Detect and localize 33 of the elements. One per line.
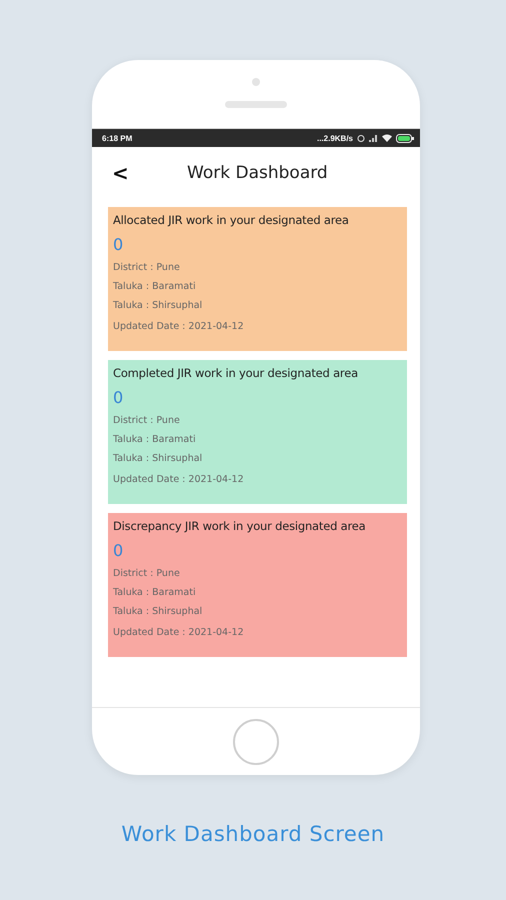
caption: Work Dashboard Screen [121, 822, 385, 846]
updated-date: Updated Date : 2021-04-12 [113, 321, 245, 332]
network-speed: ...2.9KB/s [316, 134, 353, 142]
card-detail: District : Pune [113, 415, 181, 426]
back-button[interactable]: < [106, 163, 135, 183]
work-count: 0 [113, 235, 124, 254]
battery-icon [396, 134, 414, 142]
card-detail: Taluka : Baramati [113, 587, 197, 598]
alarm-icon [357, 134, 365, 142]
card-title: Discrepancy JIR work in your designated area [113, 519, 366, 533]
camera-dot [252, 78, 260, 86]
updated-date: Updated Date : 2021-04-12 [113, 474, 245, 485]
speaker-grille [225, 101, 287, 108]
work-count: 0 [113, 388, 124, 407]
card-detail: Taluka : Shirsuphal [113, 300, 204, 311]
card-detail: Taluka : Shirsuphal [113, 606, 204, 617]
screen-title: Work Dashboard [186, 163, 329, 183]
card-detail: Taluka : Shirsuphal [113, 453, 204, 464]
card-detail: Taluka : Baramati [113, 434, 197, 445]
updated-date: Updated Date : 2021-04-12 [113, 627, 245, 638]
home-button[interactable] [233, 719, 279, 765]
work-card[interactable]: Completed JIR work in your designated area 0 District : Pune Taluka : Baramati Taluka : Shirsuphal Updated Date : 2021-04-12 [108, 360, 407, 504]
status-time: 6:18 PM [102, 134, 132, 142]
card-title: Completed JIR work in your designated area [113, 366, 359, 380]
card-detail: District : Pune [113, 568, 181, 579]
work-card[interactable]: Discrepancy JIR work in your designated area 0 District : Pune Taluka : Baramati Taluka : Shirsuphal Updated Date : 2021-04-12 [108, 513, 407, 657]
wifi-icon [382, 134, 392, 142]
work-card[interactable]: Allocated JIR work in your designated area 0 District : Pune Taluka : Baramati Taluka : Shirsuphal Updated Date : 2021-04-12 [108, 207, 407, 351]
card-detail: Taluka : Baramati [113, 281, 197, 292]
card-detail: District : Pune [113, 262, 181, 273]
work-count: 0 [113, 541, 124, 560]
signal-icon [369, 134, 378, 142]
card-title: Allocated JIR work in your designated area [113, 213, 350, 227]
